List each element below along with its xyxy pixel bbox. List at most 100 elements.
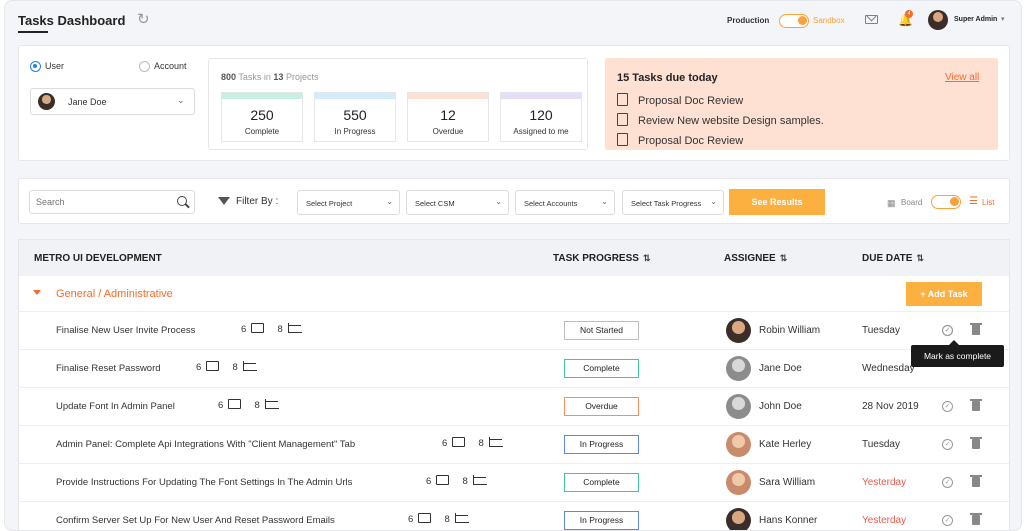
view-all-link[interactable]: View all bbox=[945, 72, 979, 83]
select-task-progress-dropdown[interactable]: Select Task Progress ⌄ bbox=[622, 190, 724, 215]
caret-down-icon[interactable] bbox=[33, 290, 41, 295]
status-badge[interactable]: Overdue bbox=[564, 397, 639, 416]
chevron-down-icon: ⌄ bbox=[177, 95, 185, 105]
assignee-name: Robin William bbox=[759, 325, 821, 336]
task-meta: 6 8 bbox=[442, 437, 503, 449]
list-view-icon[interactable]: ☰ bbox=[969, 196, 978, 207]
select-project-dropdown[interactable]: Select Project ⌄ bbox=[297, 190, 400, 215]
select-accounts-dropdown[interactable]: Select Accounts ⌄ bbox=[515, 190, 615, 215]
task-name[interactable]: Update Font In Admin Panel bbox=[56, 401, 175, 412]
task-meta: 6 8 bbox=[196, 361, 257, 373]
status-badge[interactable]: In Progress bbox=[564, 435, 639, 454]
notification-badge: 4 bbox=[905, 10, 913, 18]
check-circle-icon[interactable]: ✓ bbox=[942, 401, 953, 412]
avatar bbox=[726, 356, 751, 381]
trash-icon[interactable] bbox=[970, 437, 982, 449]
assignee-name: Jane Doe bbox=[759, 363, 802, 374]
user-select-dropdown[interactable]: Jane Doe ⌄ bbox=[30, 88, 195, 115]
trash-icon[interactable] bbox=[970, 323, 982, 335]
chevron-down-icon: ⌄ bbox=[386, 197, 393, 206]
status-badge[interactable]: In Progress bbox=[564, 511, 639, 530]
check-circle-icon[interactable]: ✓ bbox=[942, 439, 953, 450]
table-row[interactable]: Provide Instructions For Updating The Fo… bbox=[19, 464, 1009, 502]
search-box[interactable] bbox=[29, 190, 195, 214]
board-view-icon[interactable]: ▦ bbox=[887, 198, 896, 209]
table-row[interactable]: Finalise Reset Password 6 8 Complete Jan… bbox=[19, 350, 1009, 388]
trash-icon[interactable] bbox=[970, 513, 982, 525]
mail-icon[interactable] bbox=[865, 15, 878, 24]
chevron-down-icon[interactable]: ▾ bbox=[1001, 15, 1005, 23]
due-item[interactable]: Review New website Design samples. bbox=[617, 113, 824, 127]
subtask-icon bbox=[472, 475, 487, 485]
col-due-date[interactable]: DUE DATE ⇅ bbox=[862, 253, 924, 264]
task-name[interactable]: Admin Panel: Complete Api Integrations W… bbox=[56, 439, 355, 450]
trash-icon[interactable] bbox=[970, 399, 982, 411]
check-circle-icon[interactable]: ✓ bbox=[942, 515, 953, 526]
document-icon bbox=[617, 133, 628, 146]
due-item[interactable]: Proposal Doc Review bbox=[617, 133, 743, 147]
task-name[interactable]: Provide Instructions For Updating The Fo… bbox=[56, 477, 352, 488]
task-name[interactable]: Finalise New User Invite Process bbox=[56, 325, 195, 336]
table-row[interactable]: Finalise New User Invite Process 6 8 Not… bbox=[19, 312, 1009, 350]
stat-assigned-to-me[interactable]: 120 Assigned to me bbox=[500, 92, 582, 142]
due-date: Wednesday bbox=[862, 363, 915, 374]
comment-icon bbox=[418, 513, 432, 523]
comment-icon bbox=[228, 399, 242, 409]
col-assignee[interactable]: ASSIGNEE ⇅ bbox=[724, 253, 787, 264]
stat-in-progress[interactable]: 550 In Progress bbox=[314, 92, 396, 142]
env-production-label: Production bbox=[727, 16, 770, 25]
document-icon bbox=[617, 93, 628, 106]
table-row[interactable]: Confirm Server Set Up For New User And R… bbox=[19, 502, 1009, 530]
avatar bbox=[38, 93, 55, 110]
sort-icon: ⇅ bbox=[642, 253, 651, 263]
assignee-name: John Doe bbox=[759, 401, 802, 412]
task-stats-box: 800 Tasks in 13 Projects 250 Complete 55… bbox=[208, 58, 588, 150]
task-meta: 6 8 bbox=[426, 475, 487, 487]
radio-account-label[interactable]: Account bbox=[154, 61, 187, 71]
avatar bbox=[726, 432, 751, 457]
document-icon bbox=[617, 113, 628, 126]
subtask-icon bbox=[264, 399, 279, 409]
check-circle-icon[interactable]: ✓ bbox=[942, 477, 953, 488]
comment-icon bbox=[436, 475, 450, 485]
user-avatar[interactable] bbox=[928, 10, 948, 30]
task-stats-heading: 800 Tasks in 13 Projects bbox=[221, 72, 319, 82]
select-csm-dropdown[interactable]: Select CSM ⌄ bbox=[406, 190, 509, 215]
task-group-label[interactable]: General / Administrative bbox=[56, 288, 173, 300]
search-input[interactable] bbox=[36, 195, 166, 209]
environment-toggle[interactable] bbox=[779, 14, 809, 28]
table-row[interactable]: Admin Panel: Complete Api Integrations W… bbox=[19, 426, 1009, 464]
table-row[interactable]: Update Font In Admin Panel 6 8 Overdue J… bbox=[19, 388, 1009, 426]
status-badge[interactable]: Complete bbox=[564, 473, 639, 492]
search-icon[interactable] bbox=[177, 196, 187, 206]
comment-icon bbox=[251, 323, 265, 333]
view-mode-toggle[interactable] bbox=[931, 195, 961, 209]
radio-user[interactable] bbox=[30, 61, 41, 72]
sort-icon: ⇅ bbox=[779, 253, 788, 263]
check-circle-icon[interactable]: ✓ bbox=[942, 325, 953, 336]
due-date: Tuesday bbox=[862, 325, 900, 336]
summary-card: User Account Jane Doe ⌄ 800 Tasks in 13 … bbox=[18, 45, 1010, 161]
col-task-progress[interactable]: TASK PROGRESS ⇅ bbox=[553, 253, 650, 264]
stat-overdue[interactable]: 12 Overdue bbox=[407, 92, 489, 142]
see-results-button[interactable]: See Results bbox=[729, 189, 825, 215]
comment-icon bbox=[452, 437, 466, 447]
task-name[interactable]: Finalise Reset Password bbox=[56, 363, 161, 374]
stat-complete[interactable]: 250 Complete bbox=[221, 92, 303, 142]
radio-account[interactable] bbox=[139, 61, 150, 72]
trash-icon[interactable] bbox=[970, 475, 982, 487]
task-group-row: General / Administrative + Add Task bbox=[19, 276, 1009, 312]
user-menu-name[interactable]: Super Admin bbox=[954, 16, 997, 23]
list-view-label[interactable]: List bbox=[982, 198, 994, 207]
board-view-label[interactable]: Board bbox=[901, 198, 922, 207]
env-sandbox-label: Sandbox bbox=[813, 16, 845, 25]
task-name[interactable]: Confirm Server Set Up For New User And R… bbox=[56, 515, 335, 526]
radio-user-label[interactable]: User bbox=[45, 61, 64, 71]
add-task-button[interactable]: + Add Task bbox=[906, 282, 982, 306]
status-badge[interactable]: Complete bbox=[564, 359, 639, 378]
avatar bbox=[726, 470, 751, 495]
status-badge[interactable]: Not Started bbox=[564, 321, 639, 340]
due-item[interactable]: Proposal Doc Review bbox=[617, 93, 743, 107]
refresh-icon[interactable]: ↻ bbox=[137, 12, 153, 28]
tasks-dashboard-app: Tasks Dashboard ↻ Production Sandbox 🔔 4… bbox=[4, 0, 1022, 531]
